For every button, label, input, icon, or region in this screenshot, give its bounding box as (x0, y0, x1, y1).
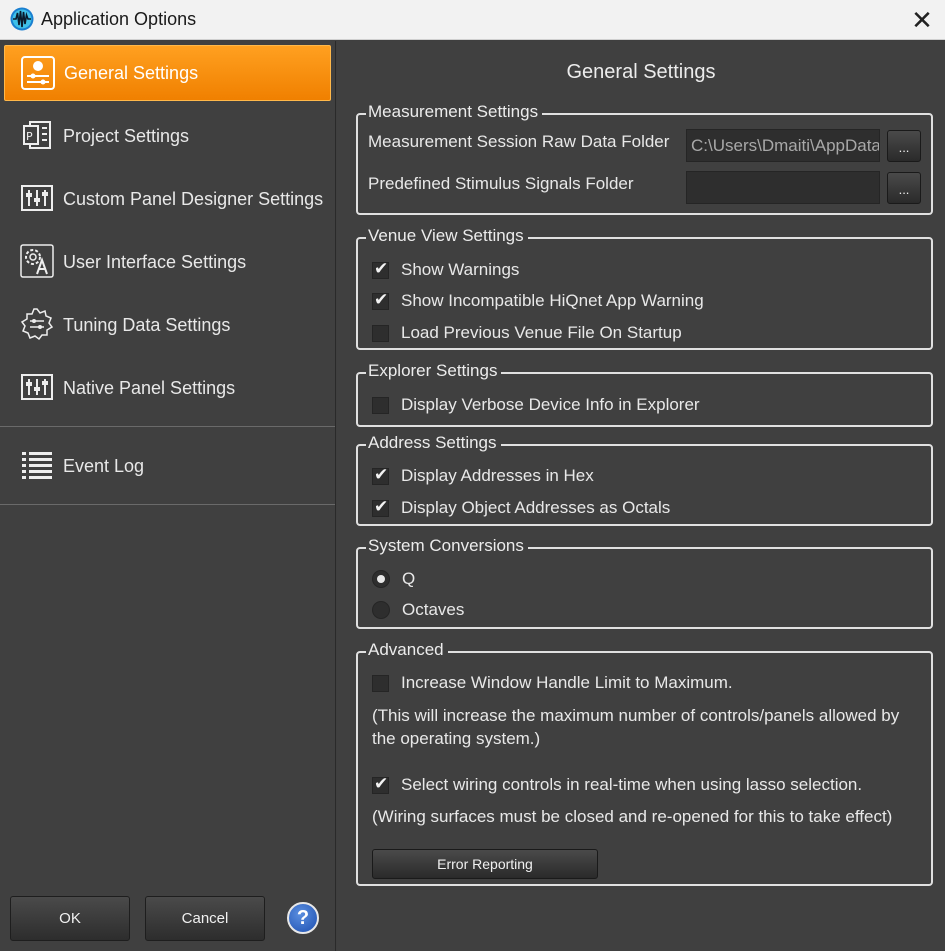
handle-limit-note: (This will increase the maximum number o… (372, 706, 900, 748)
stimulus-folder-input[interactable] (686, 171, 880, 204)
user-interface-icon (20, 244, 54, 278)
sidebar-item-native-panel[interactable]: Native Panel Settings (4, 360, 331, 416)
sidebar-item-label: User Interface Settings (63, 251, 247, 272)
checkbox-label: Display Addresses in Hex (401, 466, 594, 485)
tuning-data-icon (20, 308, 54, 341)
venue-view-settings-group: Venue View Settings Show Warnings Show I… (356, 226, 933, 350)
close-button[interactable]: ✕ (907, 5, 937, 35)
title-bar: Application Options ✕ (0, 0, 945, 40)
checkbox-label: Show Incompatible HiQnet App Warning (401, 291, 704, 310)
sidebar-item-custom-panel-designer[interactable]: Custom Panel Designer Settings (4, 171, 331, 227)
addresses-octal-checkbox[interactable]: Display Object Addresses as Octals (372, 497, 670, 519)
sidebar-divider (0, 426, 335, 427)
group-title: Explorer Settings (366, 361, 502, 381)
window-title: Application Options (41, 9, 197, 29)
sidebar-item-event-log[interactable]: Event Log (4, 438, 331, 494)
checkbox-label: Display Verbose Device Info in Explorer (401, 395, 700, 414)
group-title: Measurement Settings (366, 102, 543, 122)
radio-button[interactable] (372, 570, 390, 588)
show-warnings-checkbox[interactable]: Show Warnings (372, 259, 519, 281)
page-title: General Settings (566, 61, 716, 83)
conversion-q-radio[interactable]: Q (372, 568, 415, 590)
group-title: Advanced (366, 640, 448, 660)
checkbox-label: Show Warnings (401, 260, 520, 279)
cancel-button[interactable]: Cancel (145, 896, 265, 941)
checkbox-box[interactable] (372, 259, 389, 279)
general-settings-icon (21, 56, 55, 90)
sidebar-item-label: Tuning Data Settings (63, 314, 231, 335)
checkbox-label: Increase Window Handle Limit to Maximum. (401, 673, 733, 692)
stimulus-folder-browse-button[interactable]: ... (887, 172, 921, 204)
sidebar-item-project-settings[interactable]: P Project Settings (4, 108, 331, 164)
checkbox-box[interactable] (372, 290, 389, 310)
checkbox-box[interactable] (372, 324, 389, 342)
sidebar-item-label: Custom Panel Designer Settings (63, 188, 324, 209)
sidebar-item-label: General Settings (64, 62, 199, 83)
project-settings-icon: P (23, 121, 51, 149)
explorer-settings-group: Explorer Settings Display Verbose Device… (356, 361, 933, 427)
checkbox-label: Select wiring controls in real-time when… (401, 775, 863, 794)
event-log-icon (22, 452, 52, 479)
handle-limit-checkbox[interactable]: Increase Window Handle Limit to Maximum. (372, 672, 733, 694)
checkbox-box[interactable] (372, 674, 389, 692)
checkbox-box[interactable] (372, 774, 389, 794)
advanced-settings-group: Advanced Increase Window Handle Limit to… (356, 640, 933, 886)
load-previous-venue-checkbox[interactable]: Load Previous Venue File On Startup (372, 322, 682, 344)
sidebar-item-user-interface[interactable]: User Interface Settings (4, 234, 331, 290)
show-hiqnet-warning-checkbox[interactable]: Show Incompatible HiQnet App Warning (372, 290, 704, 312)
sidebar-item-label: Native Panel Settings (63, 377, 236, 398)
help-icon[interactable]: ? (287, 902, 319, 934)
radio-button[interactable] (372, 601, 390, 619)
sidebar-item-label: Project Settings (63, 125, 190, 146)
system-conversions-group: System Conversions Q Octaves (356, 536, 933, 629)
checkbox-box[interactable] (372, 465, 389, 485)
verbose-device-info-checkbox[interactable]: Display Verbose Device Info in Explorer (372, 394, 700, 416)
checkbox-box[interactable] (372, 396, 389, 414)
measurement-settings-group: Measurement Settings Measurement Session… (356, 102, 933, 215)
radio-label: Q (402, 569, 416, 588)
svg-text:P: P (26, 130, 33, 143)
lasso-selection-checkbox[interactable]: Select wiring controls in real-time when… (372, 774, 862, 796)
ok-button[interactable]: OK (10, 896, 130, 941)
checkbox-label: Load Previous Venue File On Startup (401, 323, 682, 342)
group-title: Venue View Settings (366, 226, 528, 246)
checkbox-box[interactable] (372, 497, 389, 517)
group-title: Address Settings (366, 433, 501, 453)
sidebar-divider (0, 504, 335, 505)
raw-data-folder-label: Measurement Session Raw Data Folder (368, 132, 670, 151)
error-reporting-button[interactable]: Error Reporting (372, 849, 598, 879)
group-title: System Conversions (366, 536, 528, 556)
conversion-octaves-radio[interactable]: Octaves (372, 599, 464, 621)
close-icon: ✕ (911, 5, 933, 35)
stimulus-folder-label: Predefined Stimulus Signals Folder (368, 174, 634, 193)
address-settings-group: Address Settings Display Addresses in He… (356, 433, 933, 526)
sidebar-item-general-settings[interactable]: General Settings (4, 45, 331, 101)
sidebar: General Settings P Project Settings Cust… (0, 41, 336, 951)
sidebar-item-tuning-data[interactable]: Tuning Data Settings (4, 297, 331, 353)
radio-label: Octaves (402, 600, 465, 619)
waveform-icon (10, 7, 34, 31)
raw-data-folder-input[interactable]: C:\Users\Dmaiti\AppData (686, 129, 880, 162)
main-panel: General Settings Measurement Settings Me… (337, 41, 945, 951)
native-panel-icon (21, 374, 53, 400)
checkbox-label: Display Object Addresses as Octals (401, 498, 671, 517)
raw-data-folder-browse-button[interactable]: ... (887, 130, 921, 162)
sidebar-item-label: Event Log (63, 455, 145, 476)
lasso-note: (Wiring surfaces must be closed and re-o… (372, 807, 893, 826)
addresses-hex-checkbox[interactable]: Display Addresses in Hex (372, 465, 594, 487)
panel-designer-icon (21, 185, 53, 211)
